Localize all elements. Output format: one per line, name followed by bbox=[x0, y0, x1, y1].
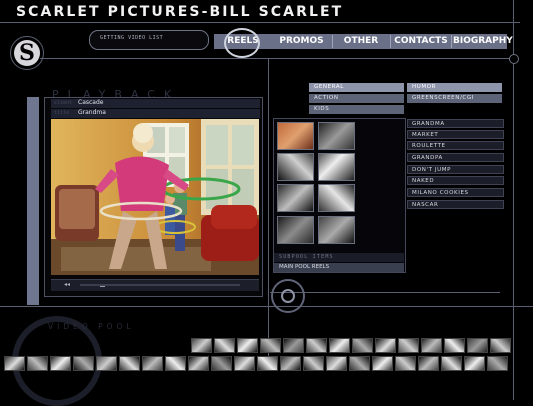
category-kids[interactable]: KIDS bbox=[309, 105, 404, 114]
pool-thumb[interactable] bbox=[237, 338, 258, 353]
nav-rule bbox=[40, 58, 510, 59]
pool-thumb[interactable] bbox=[188, 356, 209, 371]
reel-list-item[interactable]: GRANDMA bbox=[407, 119, 504, 128]
pool-thumb[interactable] bbox=[257, 356, 278, 371]
nav-other[interactable]: OTHER bbox=[336, 34, 386, 49]
header-rule bbox=[0, 22, 520, 23]
client-value: Cascade bbox=[78, 99, 104, 106]
pool-thumb[interactable] bbox=[119, 356, 140, 371]
pool-thumb[interactable] bbox=[73, 356, 94, 371]
video-screen[interactable] bbox=[51, 119, 259, 275]
pool-thumb[interactable] bbox=[329, 338, 350, 353]
pool-thumb[interactable] bbox=[260, 338, 281, 353]
pool-thumb[interactable] bbox=[487, 356, 508, 371]
thumb-item[interactable] bbox=[277, 216, 314, 244]
pool-thumb[interactable] bbox=[4, 356, 25, 371]
pool-thumb[interactable] bbox=[142, 356, 163, 371]
title-tag: title bbox=[54, 110, 70, 116]
pool-thumb[interactable] bbox=[27, 356, 48, 371]
progress-handle[interactable] bbox=[100, 286, 105, 287]
pool-thumb[interactable] bbox=[191, 338, 212, 353]
pool-thumb[interactable] bbox=[490, 338, 511, 353]
pool-thumb[interactable] bbox=[441, 356, 462, 371]
right-rule-node bbox=[509, 54, 519, 64]
thumb-item[interactable] bbox=[277, 184, 314, 212]
thumb-item[interactable] bbox=[277, 122, 314, 150]
reel-list-item[interactable]: GRANDPA bbox=[407, 153, 504, 162]
center-rule bbox=[268, 59, 269, 359]
pool-thumb[interactable] bbox=[352, 338, 373, 353]
category-general[interactable]: GENERAL bbox=[309, 83, 404, 92]
pool-thumb[interactable] bbox=[283, 338, 304, 353]
pool-thumb[interactable] bbox=[326, 356, 347, 371]
pool-thumb[interactable] bbox=[234, 356, 255, 371]
active-nav-ring bbox=[224, 28, 260, 58]
reel-list-item[interactable]: NAKED bbox=[407, 176, 504, 185]
nav-biography[interactable]: BIOGRAPHY bbox=[453, 34, 513, 49]
pool-thumb[interactable] bbox=[280, 356, 301, 371]
category-action[interactable]: ACTION bbox=[309, 94, 404, 103]
pool-thumb[interactable] bbox=[303, 356, 324, 371]
video-frame-image bbox=[51, 119, 259, 275]
pool-thumb[interactable] bbox=[50, 356, 71, 371]
pool-thumb[interactable] bbox=[375, 338, 396, 353]
pool-thumb[interactable] bbox=[349, 356, 370, 371]
pool-thumb[interactable] bbox=[211, 356, 232, 371]
thumb-item[interactable] bbox=[318, 153, 355, 181]
client-tag: client bbox=[54, 100, 73, 106]
subpool-items-label: SUBPOOL ITEMS bbox=[274, 253, 404, 262]
pool-thumb[interactable] bbox=[464, 356, 485, 371]
pool-thumb[interactable] bbox=[306, 338, 327, 353]
nav-separator bbox=[451, 35, 452, 48]
site-title: SCARLET PICTURES-BILL SCARLET bbox=[16, 4, 344, 20]
reel-list-item[interactable]: NASCAR bbox=[407, 200, 504, 209]
thumb-item[interactable] bbox=[277, 153, 314, 181]
category-greenscreen[interactable]: GREENSCREEN/CGI bbox=[407, 94, 502, 103]
pool-thumb[interactable] bbox=[214, 338, 235, 353]
pool-thumb[interactable] bbox=[418, 356, 439, 371]
reel-list-item[interactable]: MILANO COOKIES bbox=[407, 188, 504, 197]
category-humor[interactable]: HUMOR bbox=[407, 83, 502, 92]
nav-separator bbox=[390, 35, 391, 48]
mid-rule bbox=[0, 306, 533, 307]
reel-list-item[interactable]: ROULETTE bbox=[407, 141, 504, 150]
reel-list-item[interactable]: MARKET bbox=[407, 130, 504, 139]
nav-promos[interactable]: PROMOS bbox=[274, 34, 329, 49]
video-pool-strip bbox=[0, 336, 533, 376]
title-value: Grandma bbox=[78, 109, 106, 116]
pool-thumb[interactable] bbox=[96, 356, 117, 371]
left-side-bar bbox=[27, 97, 39, 305]
pool-thumb[interactable] bbox=[398, 338, 419, 353]
video-pool-label: VIDEO POOL bbox=[48, 322, 135, 331]
logo-ring bbox=[10, 36, 44, 70]
pool-thumb[interactable] bbox=[421, 338, 442, 353]
pool-thumb[interactable] bbox=[395, 356, 416, 371]
pool-thumb[interactable] bbox=[165, 356, 186, 371]
pool-thumb[interactable] bbox=[444, 338, 465, 353]
rewind-icon[interactable]: ◂◂ bbox=[64, 281, 70, 288]
nav-contacts[interactable]: CONTACTS bbox=[394, 34, 448, 49]
status-text: GETTING VIDEO LIST bbox=[100, 35, 164, 41]
nav-separator bbox=[332, 35, 333, 48]
dial-inner-icon bbox=[281, 289, 295, 303]
reel-list-item[interactable]: DON'T JUMP bbox=[407, 165, 504, 174]
pool-thumb[interactable] bbox=[372, 356, 393, 371]
pool-thumb[interactable] bbox=[467, 338, 488, 353]
thumb-item[interactable] bbox=[318, 184, 355, 212]
main-pool-reels-button[interactable]: MAIN POOL REELS bbox=[274, 263, 404, 272]
thumb-item[interactable] bbox=[318, 216, 355, 244]
thumb-item[interactable] bbox=[318, 122, 355, 150]
